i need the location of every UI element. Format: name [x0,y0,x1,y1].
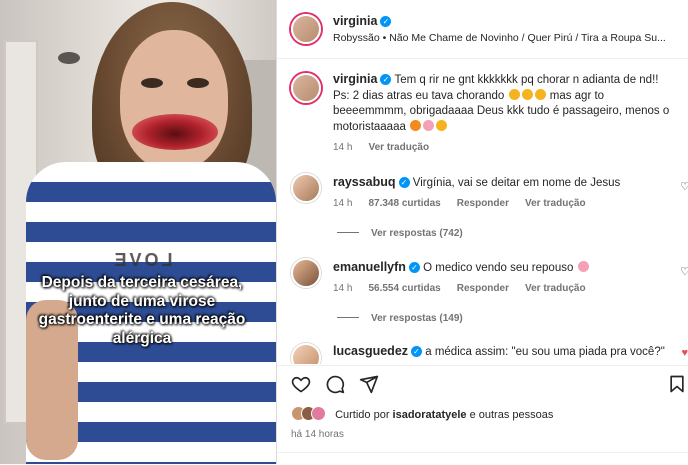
comment-time: 14 h [333,198,353,209]
pumpkin-emoji-icon [410,119,422,131]
comment-3: lucasguedez ✓ a médica assim: "eu sou uma… [333,344,665,361]
header-user: virginia ✓ [333,12,392,30]
comment-2: emanuellyfn ✓ O medico vendo seu repouso [333,260,590,277]
caption-line-1: Tem q rir ne gnt kkkkkkk pq chorar n adi… [394,74,659,86]
pig-emoji-icon [423,119,435,131]
person-eye-left [141,78,163,88]
replies-line [337,232,359,233]
laughing-emoji-icon [521,88,533,100]
comment-1-meta: 14 h 87.348 curtidas Responder Ver tradução [333,198,586,209]
comment-avatar[interactable] [291,173,321,203]
caption-see-translation[interactable]: Ver tradução [368,142,429,153]
heart-icon[interactable] [291,374,311,394]
liked-by-prefix: Curtido por [335,409,390,421]
send-icon[interactable] [359,374,379,394]
view-replies-label[interactable]: Ver respostas (742) [371,228,463,239]
view-replies-label[interactable]: Ver respostas (149) [371,313,463,324]
verified-icon: ✓ [398,177,410,188]
replies-line [337,317,359,318]
comment-text: O medico vendo seu repouso [423,262,574,274]
comment-see-translation[interactable]: Ver tradução [525,283,586,294]
audio-track[interactable]: Robyssão • Não Me Chame de Novinho / Que… [333,32,666,44]
liker-avatar [311,406,326,421]
caption-text-block: virginia ✓ Tem q rir ne gnt kkkkkkk pq ch… [333,72,673,135]
comment-liked-heart-icon[interactable]: ♥ [681,347,688,359]
caption-line-2: Ps: 2 dias atras eu tava chorando [333,89,505,102]
person-mouth-filter [132,114,218,150]
comment-reply-button[interactable]: Responder [457,198,509,209]
comment-see-translation[interactable]: Ver tradução [525,198,586,209]
laughing-emoji-icon [534,88,546,100]
ceiling-light [58,52,80,64]
comment-avatar[interactable] [291,343,321,364]
verified-icon: ✓ [380,16,392,27]
comment-2-meta: 14 h 56.554 curtidas Responder Ver tradução [333,283,586,294]
comment-time: 14 h [333,283,353,294]
comment-like-heart-icon[interactable]: ♡ [680,265,688,278]
liked-by-user[interactable]: isadoratatyele [393,409,467,421]
action-bar [277,365,688,402]
verified-icon: ✓ [411,346,423,357]
bookmark-icon[interactable] [667,374,687,394]
comment-username[interactable]: rayssabuq [333,175,396,189]
view-replies-1[interactable]: Ver respostas (742) [337,228,463,239]
comment-like-heart-icon[interactable]: ♡ [680,180,688,193]
caption-time: 14 h [333,142,353,153]
shirt-print: LOVE [111,250,173,270]
comment-1: rayssabuq ✓ Virgínia, vai se deitar em no… [333,175,620,192]
comment-reply-button[interactable]: Responder [457,283,509,294]
comment-text: Virgínia, vai se deitar em nome de Jesus [412,177,621,189]
liked-by: Curtido por isadoratatyele e outras pess… [291,406,553,421]
comment-3-clip: lucasguedez ✓ a médica assim: "eu sou uma… [277,338,688,364]
comment-avatar[interactable] [291,258,321,288]
caption-username[interactable]: virginia [333,72,377,86]
comment-username[interactable]: emanuellyfn [333,260,406,274]
comment-likes[interactable]: 87.348 curtidas [368,198,440,209]
verified-icon: ✓ [380,74,392,85]
person-eye-right [187,78,209,88]
laughing-emoji-icon [508,88,520,100]
comment-icon[interactable] [325,374,345,394]
post-video[interactable]: LOVE Depois da terceira cesárea, junto d… [0,0,276,464]
add-comment-area [277,452,688,465]
view-replies-2[interactable]: Ver respostas (149) [337,313,463,324]
liked-by-suffix[interactable]: e outras pessoas [470,409,554,421]
verified-icon: ✓ [408,262,420,273]
avatar[interactable] [291,14,321,44]
header-username[interactable]: virginia [333,14,377,28]
caption-avatar[interactable] [291,73,321,103]
comment-username[interactable]: lucasguedez [333,344,408,358]
pig-emoji-icon [577,261,589,272]
posted-ago[interactable]: há 14 horas [291,429,344,440]
comment-text: a médica assim: "eu sou uma piada pra vo… [425,346,665,358]
post-header: virginia ✓ Robyssão • Não Me Chame de Nov… [277,0,688,59]
video-caption: Depois da terceira cesárea, junto de uma… [38,274,246,347]
post-panel: virginia ✓ Robyssão • Não Me Chame de Nov… [277,0,688,464]
caption-meta: 14 h Ver tradução [333,142,429,153]
laughing-emoji-icon [436,119,448,131]
comment-likes[interactable]: 56.554 curtidas [368,283,440,294]
